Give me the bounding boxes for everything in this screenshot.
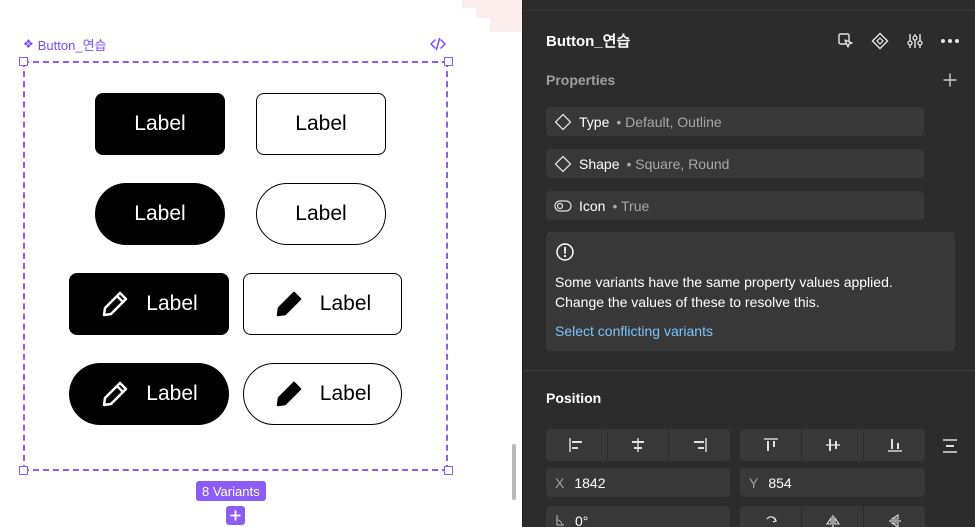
plus-icon (943, 73, 957, 87)
resize-handle-top-left[interactable] (19, 57, 28, 66)
component-set-label[interactable]: ❖ Button_연습 (23, 35, 107, 53)
rotation-field[interactable]: 0° (546, 506, 730, 527)
design-canvas[interactable]: ❖ Button_연습 Label Label Label Label Labe… (0, 0, 522, 527)
resize-handle-bottom-left[interactable] (19, 466, 28, 475)
conflict-message: Some variants have the same property val… (555, 274, 893, 310)
variants-count-badge[interactable]: 8 Variants (196, 481, 266, 501)
x-value: 1842 (574, 474, 606, 491)
component-diamond-icon[interactable] (869, 30, 891, 52)
property-values: • True (612, 197, 650, 214)
button-label: Label (319, 382, 372, 405)
property-name: Icon (579, 197, 606, 214)
position-heading: Position (546, 390, 602, 406)
rotate-90-icon[interactable] (740, 506, 802, 527)
x-label: X (555, 474, 565, 491)
diamond-icon (554, 113, 572, 130)
property-values: • Square, Round (626, 155, 730, 172)
property-row-shape[interactable]: Shape • Square, Round (546, 149, 924, 178)
panel-title: Button_연습 (546, 33, 631, 50)
toggle-icon (554, 199, 572, 212)
property-row-icon[interactable]: Icon • True (546, 191, 924, 220)
align-top-icon[interactable] (740, 429, 802, 461)
button-label: Label (319, 292, 372, 315)
more-options-icon[interactable] (939, 30, 961, 52)
property-name: Type (579, 113, 610, 130)
button-label: Label (146, 292, 198, 315)
button-label: Label (295, 112, 347, 135)
component-set-icon: ❖ (23, 37, 34, 51)
pencil-icon (274, 289, 304, 319)
add-variant-button[interactable] (226, 506, 245, 525)
align-left-icon[interactable] (546, 429, 608, 461)
background-decoration (490, 18, 522, 32)
select-conflicting-variants-link[interactable]: Select conflicting variants (555, 323, 713, 339)
properties-panel: Button_연습 Properties Type • Default, Out… (522, 0, 975, 527)
component-set-name: Button_연습 (37, 37, 107, 53)
section-divider (523, 370, 975, 371)
button-label: Label (295, 202, 347, 225)
adjust-sliders-icon[interactable] (904, 30, 926, 52)
y-label: Y (749, 474, 759, 491)
button-variant-outline-square-icon[interactable]: Label (243, 273, 402, 335)
button-variant-default-round-icon[interactable]: Label (69, 363, 229, 425)
alert-circle-icon (556, 243, 574, 261)
resize-handle-bottom-right[interactable] (444, 466, 453, 475)
align-bottom-icon[interactable] (864, 429, 925, 461)
code-icon[interactable] (428, 35, 448, 53)
button-variant-default-square[interactable]: Label (95, 93, 225, 155)
button-variant-outline-round-icon[interactable]: Label (243, 363, 402, 425)
pencil-icon (100, 379, 130, 409)
flip-vertical-icon[interactable] (864, 506, 925, 527)
background-decoration (462, 0, 522, 8)
property-row-type[interactable]: Type • Default, Outline (546, 107, 924, 136)
button-label: Label (146, 382, 198, 405)
button-variant-outline-round[interactable]: Label (256, 183, 386, 245)
diamond-icon (554, 155, 572, 172)
horizontal-align-group (546, 429, 730, 461)
properties-heading: Properties (546, 72, 616, 88)
pencil-icon (274, 379, 304, 409)
distribute-spacing-icon[interactable] (940, 436, 960, 456)
transform-group (740, 506, 925, 527)
background-decoration (476, 8, 522, 18)
conflict-warning-box: Some variants have the same property val… (546, 232, 955, 351)
vertical-align-group (740, 429, 925, 461)
panel-divider (523, 10, 975, 11)
x-position-field[interactable]: X 1842 (546, 468, 730, 497)
align-right-icon[interactable] (669, 429, 730, 461)
button-variant-default-round[interactable]: Label (95, 183, 225, 245)
align-horizontal-center-icon[interactable] (608, 429, 670, 461)
y-position-field[interactable]: Y 854 (740, 468, 925, 497)
button-variant-outline-square[interactable]: Label (256, 93, 386, 155)
y-value: 854 (768, 474, 792, 491)
button-label: Label (134, 202, 186, 225)
rotation-value: 0° (575, 512, 589, 527)
button-variant-default-square-icon[interactable]: Label (69, 273, 229, 335)
property-name: Shape (579, 155, 620, 172)
plus-icon (230, 510, 241, 521)
go-to-main-component-icon[interactable] (835, 30, 857, 52)
flip-horizontal-icon[interactable] (802, 506, 864, 527)
property-values: • Default, Outline (616, 113, 722, 130)
resize-handle-top-right[interactable] (444, 57, 453, 66)
canvas-scrollbar[interactable] (512, 444, 516, 500)
pencil-icon (100, 289, 130, 319)
add-property-button[interactable] (940, 70, 960, 90)
align-vertical-center-icon[interactable] (802, 429, 864, 461)
rotation-icon (555, 513, 565, 527)
button-label: Label (134, 112, 186, 135)
